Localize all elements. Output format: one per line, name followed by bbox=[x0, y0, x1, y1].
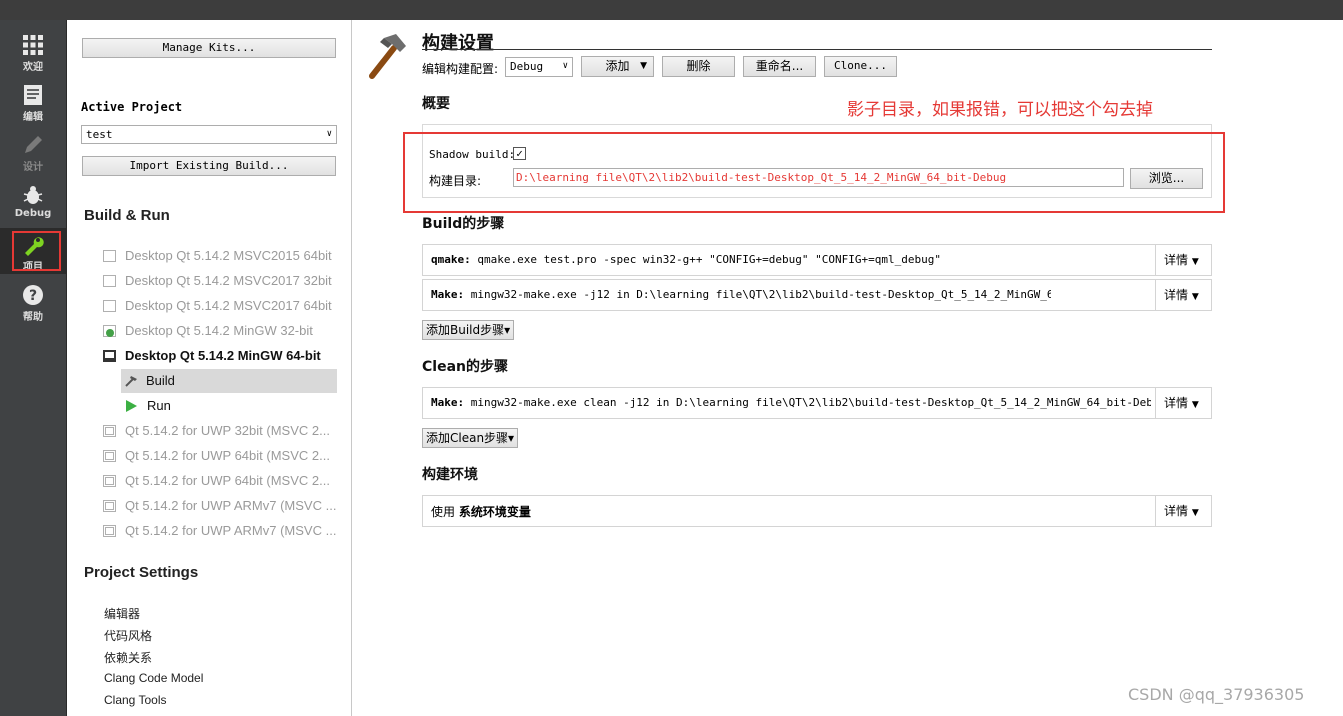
monitor-icon bbox=[103, 300, 116, 312]
step-command: qmake.exe test.pro -spec win32-g++ "CONF… bbox=[470, 253, 941, 266]
build-steps-header: Build的步骤 bbox=[422, 216, 505, 232]
details-button[interactable]: 详情 ▼ bbox=[1155, 496, 1211, 526]
step-name: Make: bbox=[431, 396, 465, 409]
mode-label: 设计 bbox=[23, 162, 43, 173]
windows-icon bbox=[103, 475, 116, 487]
clone-config-button[interactable]: Clone... bbox=[824, 56, 897, 77]
title-bar bbox=[0, 0, 1343, 20]
build-run-title: Build & Run bbox=[84, 207, 170, 224]
overview-header: 概要 bbox=[422, 96, 450, 112]
dropdown-arrow-icon: ▼ bbox=[1191, 508, 1199, 518]
mode-edit[interactable]: 编辑 bbox=[0, 78, 66, 124]
delete-config-button[interactable]: 删除 bbox=[662, 56, 735, 77]
mode-label: 欢迎 bbox=[23, 62, 43, 73]
project-settings-title: Project Settings bbox=[84, 564, 199, 581]
mode-design[interactable]: 设计 bbox=[0, 128, 66, 174]
run-icon bbox=[126, 400, 137, 412]
windows-icon bbox=[103, 500, 116, 512]
build-settings-panel: 构建设置 编辑构建配置: Debug ∨ 添加 ▼ 删除 重命名... Clone… bbox=[352, 20, 1343, 716]
projects-highlight-box bbox=[12, 231, 61, 271]
add-config-button[interactable]: 添加 ▼ bbox=[581, 56, 654, 77]
settings-item-clang-code-model[interactable]: Clang Code Model bbox=[104, 671, 203, 685]
title-divider bbox=[422, 49, 1212, 50]
settings-item-dependencies[interactable]: 依赖关系 bbox=[104, 649, 152, 666]
mode-debug[interactable]: Debug bbox=[0, 178, 66, 224]
build-config-value: Debug bbox=[510, 60, 544, 73]
dropdown-arrow-icon: ▼ bbox=[1191, 257, 1199, 267]
step-name: Make: bbox=[431, 288, 465, 301]
dropdown-arrow-icon: ▼ bbox=[1191, 292, 1199, 302]
monitor-add-icon bbox=[103, 325, 116, 337]
mode-help[interactable]: ? 帮助 bbox=[0, 278, 66, 324]
page-title: 构建设置 bbox=[422, 33, 494, 54]
mode-label: 编辑 bbox=[23, 112, 43, 123]
env-use-label: 使用 bbox=[431, 505, 459, 519]
clean-step-row[interactable]: Make: mingw32-make.exe clean -j12 in D:\… bbox=[422, 387, 1212, 419]
details-button[interactable]: 详情 ▼ bbox=[1155, 388, 1211, 418]
clean-steps-header: Clean的步骤 bbox=[422, 359, 508, 375]
env-value: 系统环境变量 bbox=[458, 505, 531, 519]
bug-icon bbox=[23, 186, 43, 204]
step-command: mingw32-make.exe -j12 in D:\learning fil… bbox=[464, 288, 1051, 301]
qmake-step-row[interactable]: qmake: qmake.exe test.pro -spec win32-g+… bbox=[422, 244, 1212, 276]
monitor-icon bbox=[103, 250, 116, 262]
build-environment-header: 构建环境 bbox=[422, 467, 478, 483]
manage-kits-button[interactable]: Manage Kits... bbox=[82, 38, 336, 58]
step-name: qmake: bbox=[431, 253, 471, 266]
environment-row[interactable]: 使用 系统环境变量 详情 ▼ bbox=[422, 495, 1212, 527]
pen-icon bbox=[25, 136, 42, 153]
project-select[interactable]: test ∨ bbox=[81, 125, 337, 144]
mode-label: Debug bbox=[14, 208, 52, 219]
dropdown-arrow-icon: ▼ bbox=[1191, 400, 1199, 410]
project-navigation-pane: Manage Kits... Active Project test ∨ Imp… bbox=[67, 20, 352, 716]
active-project-title: Active Project bbox=[81, 100, 183, 114]
windows-icon bbox=[103, 425, 116, 437]
details-button[interactable]: 详情 ▼ bbox=[1155, 280, 1211, 310]
windows-icon bbox=[103, 450, 116, 462]
mode-bar: 欢迎 编辑 设计 Debug 项目 ? 帮助 bbox=[0, 20, 67, 716]
edit-config-label: 编辑构建配置: bbox=[422, 62, 499, 76]
make-step-row[interactable]: Make: mingw32-make.exe -j12 in D:\learni… bbox=[422, 279, 1212, 311]
monitor-icon bbox=[103, 350, 116, 362]
settings-item-editor[interactable]: 编辑器 bbox=[104, 605, 140, 622]
add-build-step-button[interactable]: 添加Build步骤▾ bbox=[422, 320, 515, 340]
windows-icon bbox=[103, 525, 116, 537]
grid-icon bbox=[23, 35, 43, 55]
details-button[interactable]: 详情 ▼ bbox=[1155, 245, 1211, 275]
rename-config-button[interactable]: 重命名... bbox=[743, 56, 816, 77]
add-clean-step-button[interactable]: 添加Clean步骤▾ bbox=[422, 428, 519, 448]
chevron-down-icon: ∨ bbox=[326, 129, 332, 139]
document-icon bbox=[24, 85, 42, 105]
build-item[interactable]: Build bbox=[121, 369, 337, 393]
svg-text:?: ? bbox=[29, 288, 37, 304]
import-existing-build-button[interactable]: Import Existing Build... bbox=[82, 156, 336, 176]
dropdown-arrow-icon: ▼ bbox=[640, 61, 647, 71]
hammer-icon bbox=[125, 376, 137, 387]
watermark: CSDN @qq_37936305 bbox=[1128, 685, 1305, 704]
highlight-box bbox=[403, 132, 1225, 213]
build-config-select[interactable]: Debug ∨ bbox=[505, 57, 573, 77]
help-icon: ? bbox=[23, 285, 43, 305]
settings-item-clang-tools[interactable]: Clang Tools bbox=[104, 693, 166, 707]
monitor-icon bbox=[103, 275, 116, 287]
mode-welcome[interactable]: 欢迎 bbox=[0, 28, 66, 74]
chevron-down-icon: ∨ bbox=[562, 61, 568, 71]
hammer-icon bbox=[369, 34, 406, 79]
step-command: mingw32-make.exe clean -j12 in D:\learni… bbox=[464, 396, 1151, 409]
settings-item-code-style[interactable]: 代码风格 bbox=[104, 627, 152, 644]
annotation-text: 影子目录，如果报错，可以把这个勾去掉 bbox=[847, 100, 1153, 120]
project-select-value: test bbox=[86, 128, 113, 141]
mode-label: 帮助 bbox=[23, 312, 43, 323]
